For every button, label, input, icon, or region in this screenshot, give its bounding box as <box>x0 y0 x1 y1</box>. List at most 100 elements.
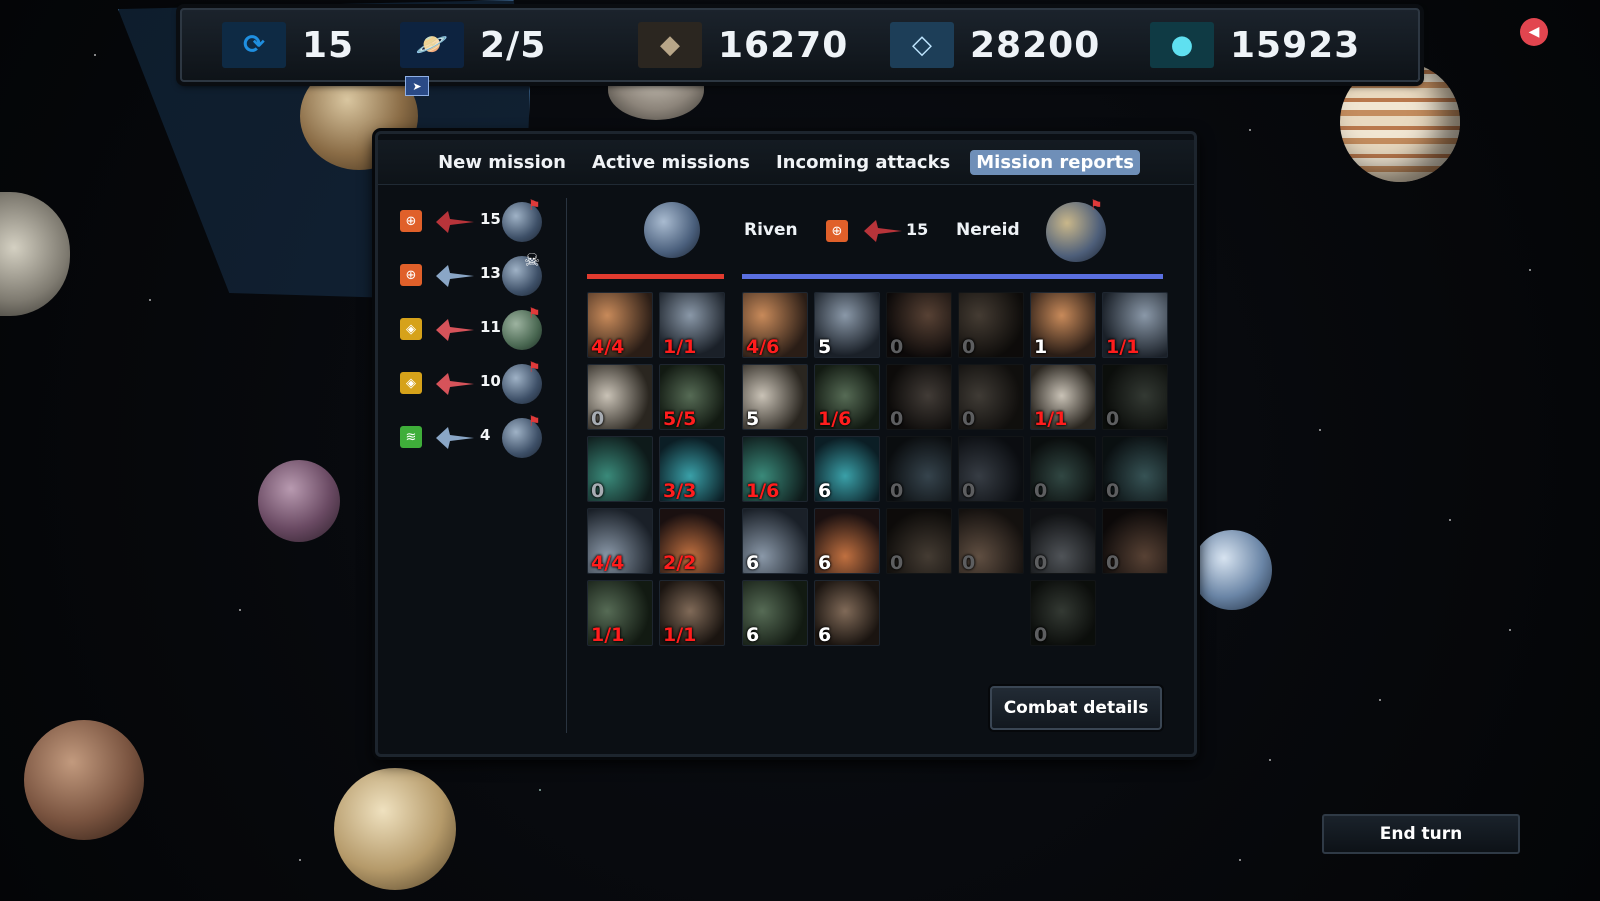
unit-card[interactable]: 2/2 <box>659 508 725 574</box>
unit-count: 1/1 <box>663 336 697 358</box>
unit-card[interactable]: 5 <box>742 364 808 430</box>
tab-mission-reports[interactable]: Mission reports <box>970 149 1140 175</box>
flag-icon: ⚑ <box>528 198 541 214</box>
flag-icon: ⚑ <box>528 414 541 430</box>
unit-count: 5 <box>818 336 832 358</box>
flag-icon: ⚑ <box>1090 198 1103 214</box>
mission-report-item[interactable]: ⊕ 13 ☠ <box>398 250 558 310</box>
mission-report-item[interactable]: ⊕ 15 ⚑ <box>398 198 558 256</box>
unit-card[interactable]: 6 <box>742 580 808 646</box>
turn-value: 15 <box>302 24 355 66</box>
attack-fleet-ship-icon <box>864 220 902 242</box>
unit-card[interactable]: 0 <box>1102 364 1168 430</box>
attacker-planet <box>644 202 700 258</box>
mission-fleet-count: 10 <box>480 372 501 390</box>
mission-report-item[interactable]: ◈ 10 ⚑ <box>398 360 558 418</box>
unit-count: 0 <box>962 480 976 502</box>
unit-count: 4/6 <box>746 336 780 358</box>
unit-count: 0 <box>1034 624 1048 646</box>
unit-card[interactable]: 0 <box>1030 508 1096 574</box>
mission-report-item[interactable]: ≋ 4 ⚑ <box>398 414 558 472</box>
unit-count: 4/4 <box>591 552 625 574</box>
map-planet[interactable] <box>1192 530 1272 610</box>
unit-card[interactable]: 6 <box>814 436 880 502</box>
unit-card[interactable]: 0 <box>1102 508 1168 574</box>
mission-report-list: ⊕ 15 ⚑ ⊕ 13 ☠ ◈ 11 ⚑ ◈ 10 ⚑ ≋ 4 ⚑ <box>398 198 558 472</box>
unit-card[interactable]: 0 <box>587 364 653 430</box>
unit-count: 5/5 <box>663 408 697 430</box>
unit-card[interactable]: 3/3 <box>659 436 725 502</box>
unit-card[interactable]: 0 <box>587 436 653 502</box>
unit-card[interactable]: 1 <box>1030 292 1096 358</box>
attack-fleet-count: 15 <box>906 220 929 239</box>
unit-count: 3/3 <box>663 480 697 502</box>
unit-card[interactable]: 5/5 <box>659 364 725 430</box>
target-icon: ⊕ <box>826 220 848 242</box>
unit-card[interactable]: 0 <box>958 436 1024 502</box>
end-turn-button[interactable]: End turn <box>1322 814 1520 854</box>
combat-details-button[interactable]: Combat details <box>990 686 1162 730</box>
mute-sound-icon[interactable]: ◀ <box>1520 18 1548 46</box>
ore-icon: ◆ <box>638 22 702 68</box>
mission-fleet-count: 4 <box>480 426 491 444</box>
unit-card[interactable]: 4/6 <box>742 292 808 358</box>
attacker-strength-bar <box>587 274 724 279</box>
unit-count: 0 <box>1034 480 1048 502</box>
planets-resource: 🪐 2/5 <box>400 20 546 70</box>
mission-tabs: New mission Active missions Incoming att… <box>378 140 1194 185</box>
unit-count: 0 <box>1034 552 1048 574</box>
unit-card[interactable]: 1/1 <box>1030 364 1096 430</box>
unit-card[interactable]: 1/6 <box>742 436 808 502</box>
map-planet[interactable] <box>334 768 456 890</box>
unit-card[interactable]: 1/1 <box>1102 292 1168 358</box>
unit-count: 0 <box>1106 480 1120 502</box>
unit-card[interactable]: 0 <box>958 364 1024 430</box>
unit-count: 6 <box>818 480 832 502</box>
fleet-ship-icon <box>436 211 474 233</box>
unit-card[interactable]: 4/4 <box>587 292 653 358</box>
tab-new-mission[interactable]: New mission <box>432 150 572 175</box>
unit-card[interactable]: 0 <box>886 436 952 502</box>
unit-card[interactable]: 6 <box>742 508 808 574</box>
unit-count: 5 <box>746 408 760 430</box>
mission-report-item[interactable]: ◈ 11 ⚑ <box>398 306 558 364</box>
unit-count: 0 <box>890 480 904 502</box>
unit-count: 0 <box>890 336 904 358</box>
flag-icon: ⚑ <box>528 306 541 322</box>
tab-active-missions[interactable]: Active missions <box>586 150 756 175</box>
unit-card[interactable]: 0 <box>886 364 952 430</box>
mission-fleet-count: 15 <box>480 210 501 228</box>
unit-card[interactable]: 5 <box>814 292 880 358</box>
map-planet[interactable] <box>258 460 340 542</box>
unit-count: 2/2 <box>663 552 697 574</box>
unit-count: 1/1 <box>591 624 625 646</box>
flag-icon: ⚑ <box>528 360 541 376</box>
unit-card[interactable]: 1/6 <box>814 364 880 430</box>
unit-card[interactable]: 4/4 <box>587 508 653 574</box>
unit-card[interactable]: 0 <box>1030 436 1096 502</box>
unit-card[interactable]: 0 <box>958 508 1024 574</box>
unit-card[interactable]: 1/1 <box>587 580 653 646</box>
unit-count: 6 <box>746 624 760 646</box>
unit-card[interactable]: 6 <box>814 508 880 574</box>
unit-card[interactable]: 6 <box>814 580 880 646</box>
map-planet[interactable] <box>24 720 144 840</box>
unit-card[interactable]: 0 <box>886 508 952 574</box>
turn-icon: ⟳ <box>222 22 286 68</box>
unit-card[interactable]: 1/1 <box>659 292 725 358</box>
crystal-value: 28200 <box>970 24 1101 66</box>
unit-count: 0 <box>890 408 904 430</box>
unit-card[interactable]: 0 <box>1030 580 1096 646</box>
unit-count: 6 <box>746 552 760 574</box>
fleet-marker-icon[interactable]: ➤ <box>405 76 429 96</box>
unit-count: 0 <box>962 552 976 574</box>
crystal-resource: ◇ 28200 <box>890 20 1100 70</box>
ore-resource: ◆ 16270 <box>638 20 848 70</box>
panel-divider <box>566 198 567 733</box>
unit-card[interactable]: 0 <box>1102 436 1168 502</box>
unit-card[interactable]: 0 <box>886 292 952 358</box>
tab-incoming-attacks[interactable]: Incoming attacks <box>770 150 956 175</box>
unit-card[interactable]: 1/1 <box>659 580 725 646</box>
unit-count: 1 <box>1034 336 1048 358</box>
unit-card[interactable]: 0 <box>958 292 1024 358</box>
